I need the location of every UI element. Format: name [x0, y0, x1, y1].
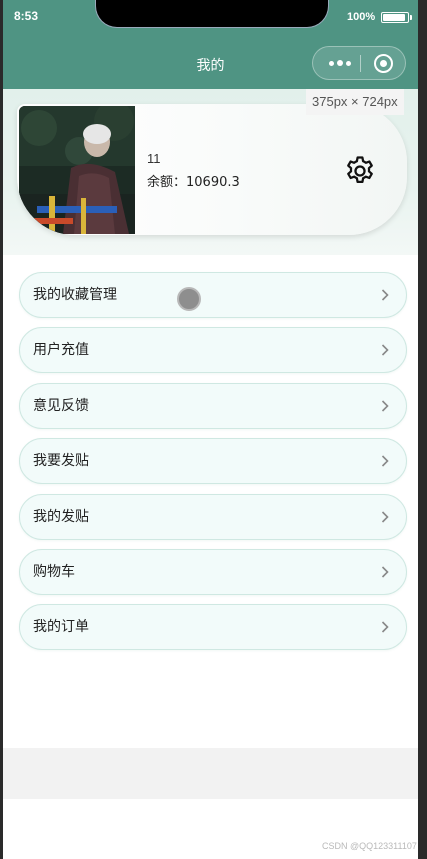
chevron-right-icon [381, 289, 389, 301]
more-dots-icon[interactable] [323, 47, 357, 79]
avatar[interactable] [19, 106, 135, 234]
mini-program-capsule [312, 46, 406, 80]
username: 11 [147, 151, 161, 166]
size-indicator: 375px × 724px [306, 89, 404, 115]
menu-item-cart[interactable]: 购物车 [19, 549, 407, 595]
top-bar: 8:53 100% 我的 [3, 0, 418, 89]
chevron-right-icon [381, 400, 389, 412]
capsule-divider [360, 55, 361, 72]
avatar-photo [19, 106, 135, 234]
menu-item-label: 用户充值 [33, 342, 89, 358]
menu-item-orders[interactable]: 我的订单 [19, 604, 407, 650]
balance: 余额：10690.3 [147, 175, 240, 190]
gear-icon[interactable] [343, 154, 377, 188]
target-icon[interactable] [374, 54, 393, 73]
menu-item-my-posts[interactable]: 我的发贴 [19, 494, 407, 540]
bottom-band [3, 748, 418, 799]
chevron-right-icon [381, 566, 389, 578]
watermark: CSDN @QQ123311107 [322, 841, 417, 851]
touch-cursor [177, 287, 201, 311]
battery-percent: 100% [347, 11, 376, 23]
menu-item-recharge[interactable]: 用户充值 [19, 327, 407, 373]
menu-item-label: 我要发贴 [33, 453, 89, 469]
profile-card[interactable]: 11 余额：10690.3 [17, 104, 407, 235]
chevron-right-icon [381, 511, 389, 523]
chevron-right-icon [381, 621, 389, 633]
menu-item-favorites[interactable]: 我的收藏管理 [19, 272, 407, 318]
status-time: 8:53 [14, 9, 39, 23]
menu-item-label: 我的收藏管理 [33, 287, 117, 303]
menu-item-label: 意见反馈 [33, 398, 89, 414]
chevron-right-icon [381, 455, 389, 467]
notch [95, 0, 329, 28]
menu-item-label: 我的发贴 [33, 509, 89, 525]
menu-item-label: 我的订单 [33, 619, 89, 635]
menu-item-label: 购物车 [33, 564, 75, 580]
menu-item-feedback[interactable]: 意见反馈 [19, 383, 407, 429]
battery-icon [381, 12, 412, 23]
chevron-right-icon [381, 344, 389, 356]
phone-screen: 8:53 100% 我的 11 余额：10690.3 375px × 724px… [3, 0, 418, 859]
menu-item-new-post[interactable]: 我要发贴 [19, 438, 407, 484]
